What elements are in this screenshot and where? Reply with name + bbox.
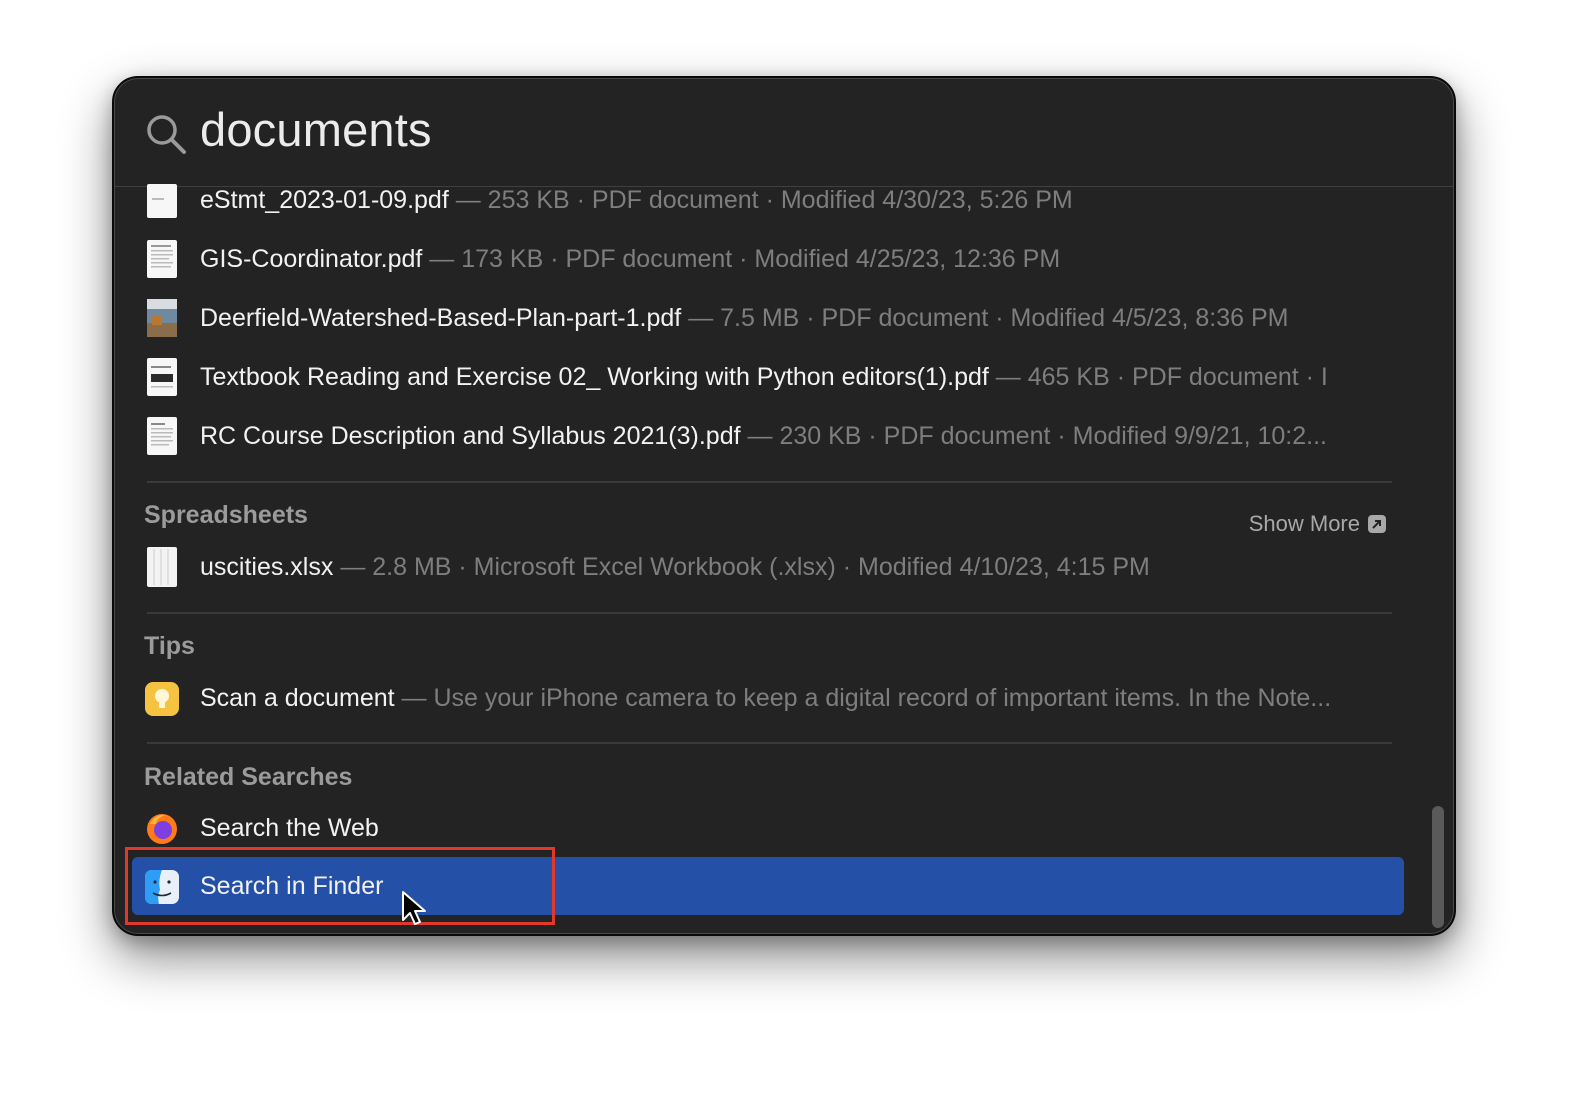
section-divider bbox=[147, 481, 1392, 483]
result-name: Scan a document bbox=[200, 684, 395, 712]
result-meta: — 173 KB · PDF document · Modified 4/25/… bbox=[422, 245, 1061, 273]
search-icon bbox=[147, 115, 186, 154]
spotlight-window: documents eStmt_2023-01-09.pdf — 253 KB … bbox=[112, 76, 1456, 936]
pdf-document-icon bbox=[147, 417, 177, 455]
result-row-scan-document[interactable]: Scan a document — Use your iPhone camera… bbox=[114, 672, 1454, 724]
section-title-related-searches: Related Searches bbox=[144, 763, 353, 791]
spreadsheet-icon bbox=[147, 547, 177, 587]
pdf-thumbnail-icon bbox=[147, 299, 177, 337]
pdf-document-icon bbox=[147, 184, 177, 218]
result-name: eStmt_2023-01-09.pdf bbox=[200, 186, 449, 214]
result-row-rc-course[interactable]: RC Course Description and Syllabus 2021(… bbox=[114, 410, 1454, 462]
result-name: GIS-Coordinator.pdf bbox=[200, 245, 423, 273]
mouse-cursor-icon bbox=[402, 891, 426, 925]
show-more-label: Show More bbox=[1248, 511, 1360, 536]
scrollbar[interactable] bbox=[1432, 806, 1444, 928]
result-row-textbook[interactable]: Textbook Reading and Exercise 02_ Workin… bbox=[114, 351, 1454, 403]
lightbulb-icon bbox=[145, 682, 179, 716]
results-list: eStmt_2023-01-09.pdf — 253 KB · PDF docu… bbox=[114, 184, 1454, 934]
result-row-search-finder[interactable]: Search in Finder bbox=[114, 860, 1454, 912]
result-name: RC Course Description and Syllabus 2021(… bbox=[200, 422, 741, 450]
search-bar[interactable]: documents bbox=[114, 78, 1454, 187]
arrow-up-right-icon bbox=[1368, 515, 1386, 533]
result-name: Search the Web bbox=[200, 814, 379, 842]
result-name: Textbook Reading and Exercise 02_ Workin… bbox=[200, 363, 989, 391]
result-meta: — 253 KB · PDF document · Modified 4/30/… bbox=[448, 186, 1073, 214]
result-meta: — Use your iPhone camera to keep a digit… bbox=[394, 684, 1332, 712]
result-name: uscities.xlsx bbox=[200, 553, 334, 581]
show-more-button[interactable]: Show More bbox=[1249, 511, 1386, 537]
result-row-deerfield[interactable]: Deerfield-Watershed-Based-Plan-part-1.pd… bbox=[114, 292, 1454, 344]
finder-icon bbox=[145, 870, 179, 904]
search-input[interactable]: documents bbox=[200, 102, 432, 157]
result-row-estmt[interactable]: eStmt_2023-01-09.pdf — 253 KB · PDF docu… bbox=[114, 174, 1454, 226]
firefox-icon bbox=[147, 814, 177, 844]
result-row-gis[interactable]: GIS-Coordinator.pdf — 173 KB · PDF docum… bbox=[114, 233, 1454, 285]
result-meta: — 230 KB · PDF document · Modified 9/9/2… bbox=[740, 422, 1327, 450]
section-divider bbox=[147, 612, 1392, 614]
pdf-document-icon bbox=[147, 240, 177, 278]
section-title-spreadsheets: Spreadsheets bbox=[144, 501, 308, 529]
section-title-tips: Tips bbox=[144, 632, 195, 660]
result-meta: — 465 KB · PDF document · I bbox=[988, 363, 1328, 391]
result-row-uscities[interactable]: uscities.xlsx — 2.8 MB · Microsoft Excel… bbox=[114, 541, 1454, 593]
result-meta: — 7.5 MB · PDF document · Modified 4/5/2… bbox=[681, 304, 1289, 332]
result-row-search-web[interactable]: Search the Web bbox=[114, 802, 1454, 854]
result-meta: — 2.8 MB · Microsoft Excel Workbook (.xl… bbox=[333, 553, 1150, 581]
result-name: Deerfield-Watershed-Based-Plan-part-1.pd… bbox=[200, 304, 682, 332]
pdf-document-icon bbox=[147, 358, 177, 396]
result-name: Search in Finder bbox=[200, 872, 384, 900]
section-divider bbox=[147, 742, 1392, 744]
